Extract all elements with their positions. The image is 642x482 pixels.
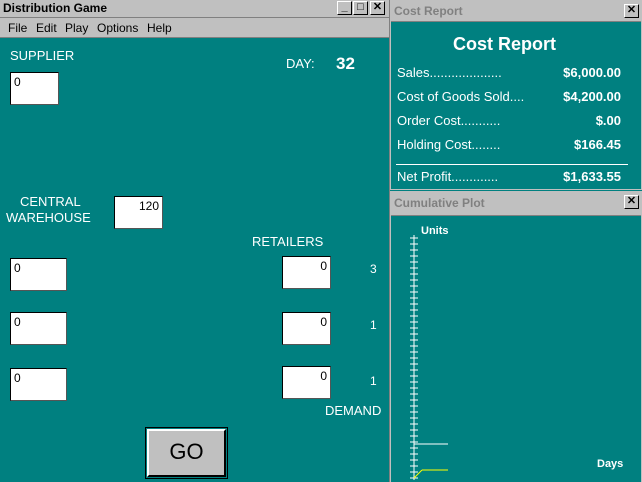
- maximize-button[interactable]: □: [353, 1, 368, 15]
- retailers-label: RETAILERS: [252, 234, 324, 249]
- cost-report-divider: [396, 164, 628, 165]
- central-warehouse-box[interactable]: 120: [114, 196, 163, 229]
- menu-edit[interactable]: Edit: [36, 21, 57, 35]
- menu-play[interactable]: Play: [65, 21, 88, 35]
- net-profit-value: $1,633.55: [563, 169, 621, 184]
- sales-value: $6,000.00: [563, 65, 621, 80]
- day-value: 32: [336, 54, 355, 73]
- main-window: Distribution Game _ □ ✕ File Edit Play O…: [0, 0, 390, 482]
- menu-help[interactable]: Help: [147, 21, 172, 35]
- supplier-label: SUPPLIER: [10, 48, 75, 63]
- sales-label: Sales....................: [397, 65, 502, 80]
- cumulative-plot-title-bar[interactable]: Cumulative Plot ✕: [391, 191, 641, 216]
- cogs-label: Cost of Goods Sold....: [397, 89, 525, 104]
- retailer-box-3[interactable]: 0: [282, 366, 331, 399]
- demand-value-1: 3: [370, 262, 377, 276]
- holding-cost-value: $166.45: [574, 137, 621, 152]
- left-order-box-2[interactable]: 0: [10, 312, 67, 345]
- left-order-box-1[interactable]: 0: [10, 258, 67, 291]
- net-profit-label: Net Profit.............: [397, 169, 499, 184]
- cumulative-plot-area: [410, 235, 448, 480]
- cost-report-window-title: Cost Report: [394, 4, 463, 18]
- holding-cost-label: Holding Cost........: [397, 137, 501, 152]
- cost-row-sales: Sales.................... $6,000.00: [397, 65, 625, 80]
- demand-value-2: 1: [370, 318, 377, 332]
- cost-report-title-bar[interactable]: Cost Report ✕: [391, 1, 641, 22]
- cost-report-heading: Cost Report: [453, 34, 556, 54]
- retailer-box-2[interactable]: 0: [282, 312, 331, 345]
- order-cost-value: $.00: [595, 113, 621, 128]
- supplier-inventory-box[interactable]: 0: [10, 72, 59, 105]
- cogs-value: $4,200.00: [563, 89, 621, 104]
- go-button[interactable]: GO: [145, 427, 228, 479]
- menu-file[interactable]: File: [8, 21, 27, 35]
- cumulative-plot-close-button[interactable]: ✕: [624, 195, 639, 209]
- left-order-box-3[interactable]: 0: [10, 368, 67, 401]
- retailer-box-1[interactable]: 0: [282, 256, 331, 289]
- minimize-button[interactable]: _: [337, 1, 352, 15]
- cost-row-net-profit: Net Profit............. $1,633.55: [397, 169, 625, 184]
- cost-report-close-button[interactable]: ✕: [624, 4, 639, 18]
- close-button[interactable]: ✕: [370, 1, 385, 15]
- menu-bar: File Edit Play Options Help: [0, 18, 389, 38]
- main-title-bar[interactable]: Distribution Game _ □ ✕: [0, 0, 389, 18]
- order-cost-label: Order Cost...........: [397, 113, 501, 128]
- cost-row-order-cost: Order Cost........... $.00: [397, 113, 625, 128]
- plot-series-line-2: [413, 469, 423, 479]
- cumulative-plot-window-title: Cumulative Plot: [394, 196, 485, 210]
- main-window-title: Distribution Game: [3, 1, 108, 15]
- menu-options[interactable]: Options: [97, 21, 138, 35]
- day-label: DAY:: [286, 56, 315, 71]
- central-warehouse-label-2: WAREHOUSE: [6, 210, 91, 225]
- demand-label: DEMAND: [325, 403, 382, 418]
- cost-row-cogs: Cost of Goods Sold.... $4,200.00: [397, 89, 625, 104]
- cost-row-holding-cost: Holding Cost........ $166.45: [397, 137, 625, 152]
- demand-value-3: 1: [370, 374, 377, 388]
- central-warehouse-label-1: CENTRAL: [20, 194, 81, 209]
